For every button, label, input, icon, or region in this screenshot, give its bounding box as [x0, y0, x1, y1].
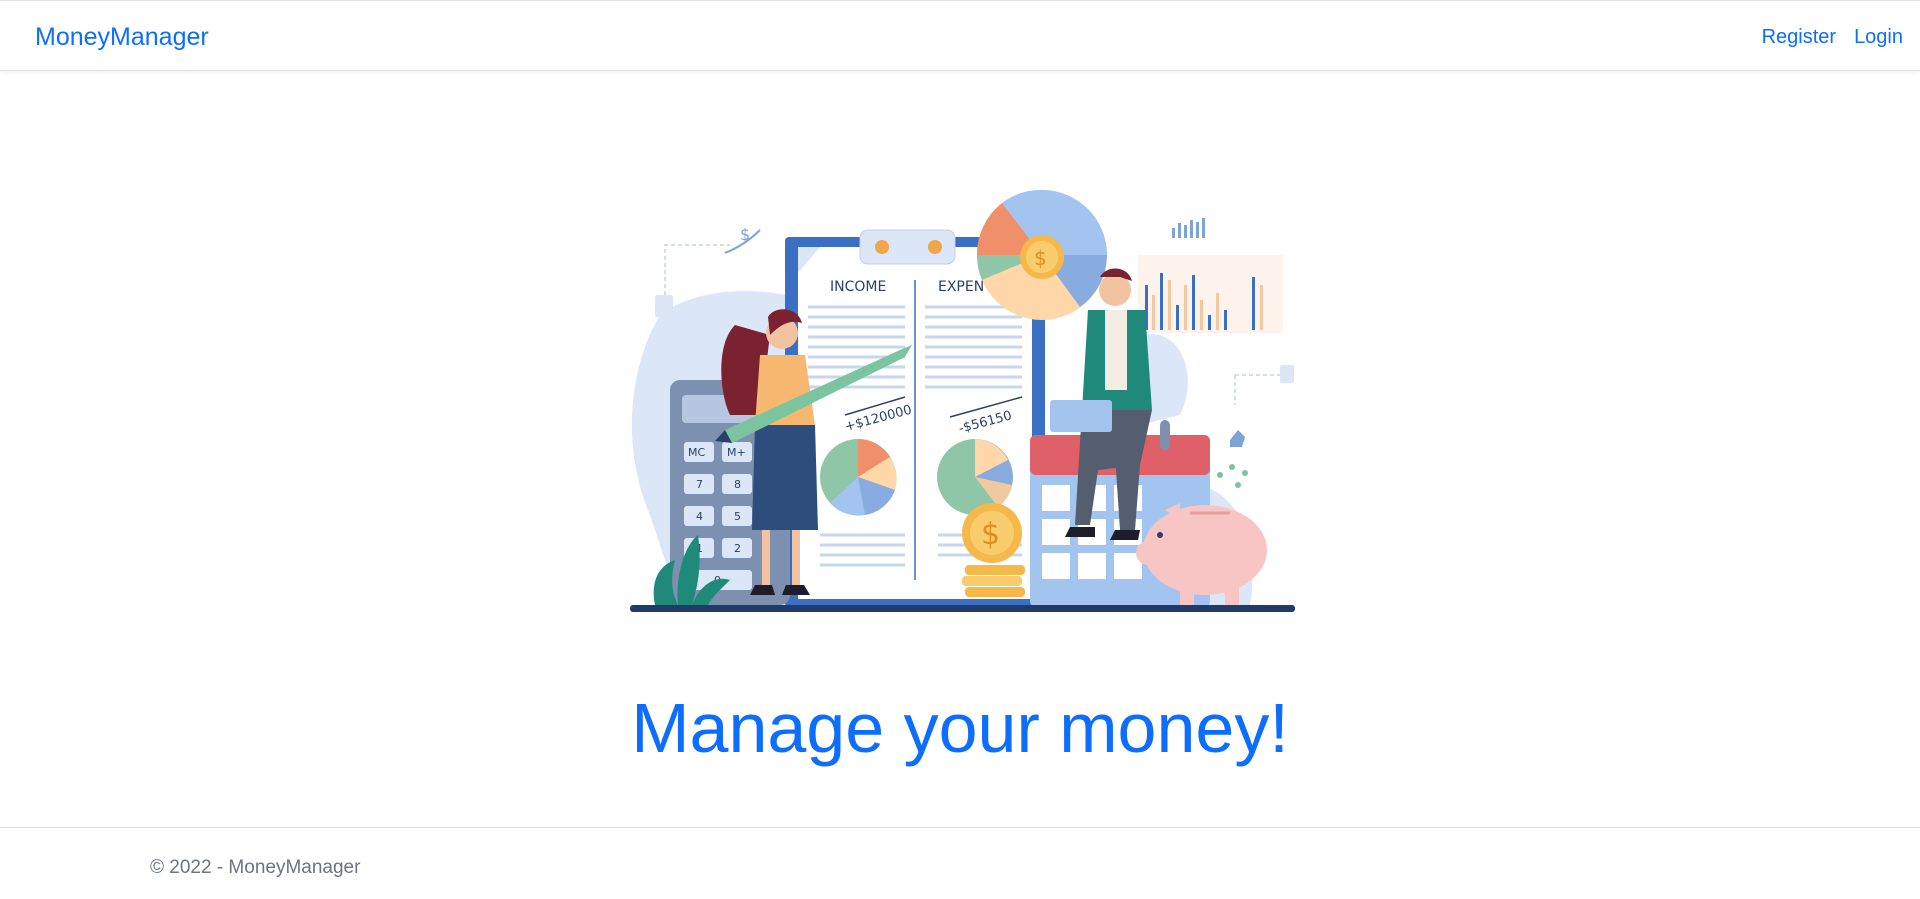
svg-text:$: $: [1034, 246, 1047, 270]
page-footer: © 2022 - MoneyManager: [0, 827, 1920, 899]
top-navbar: MoneyManager Register Login: [0, 0, 1920, 71]
small-doc-icon: [655, 295, 673, 317]
expense-heading: EXPEN: [938, 279, 984, 295]
connector-line-right: [1234, 374, 1280, 405]
leaf-sprigs: [1217, 464, 1248, 488]
copyright-text: © 2022 - MoneyManager: [150, 857, 361, 878]
hero-headline: Manage your money!: [631, 689, 1289, 767]
svg-text:MC: MC: [688, 446, 705, 459]
clip-bolt-left: [875, 240, 889, 254]
svg-text:8: 8: [734, 478, 741, 491]
login-link[interactable]: Login: [1854, 25, 1903, 49]
small-calc-icon: [1280, 365, 1294, 383]
register-link[interactable]: Register: [1762, 25, 1836, 49]
expense-pie: [937, 439, 1013, 515]
svg-text:$: $: [981, 517, 1000, 552]
chess-knight-icon: [1230, 430, 1245, 447]
svg-text:5: 5: [734, 510, 741, 523]
clip-bolt-right: [928, 240, 942, 254]
svg-text:4: 4: [696, 510, 703, 523]
big-pie-chart: $: [976, 189, 1107, 320]
finance-illustration: $ INCOME EXPEN +$120000 -$56150 MC M+ 7 …: [630, 189, 1295, 612]
income-heading: INCOME: [830, 279, 886, 295]
ground-line: [630, 605, 1295, 612]
nav-links: Register Login: [1762, 25, 1903, 49]
svg-text:M+: M+: [727, 446, 746, 459]
connector-line-left: [664, 244, 730, 295]
coin-stack: $: [962, 503, 1025, 597]
mini-bar-icon: [1172, 218, 1205, 238]
svg-text:2: 2: [734, 542, 741, 555]
brand-link[interactable]: MoneyManager: [35, 22, 209, 52]
svg-text:7: 7: [696, 478, 703, 491]
